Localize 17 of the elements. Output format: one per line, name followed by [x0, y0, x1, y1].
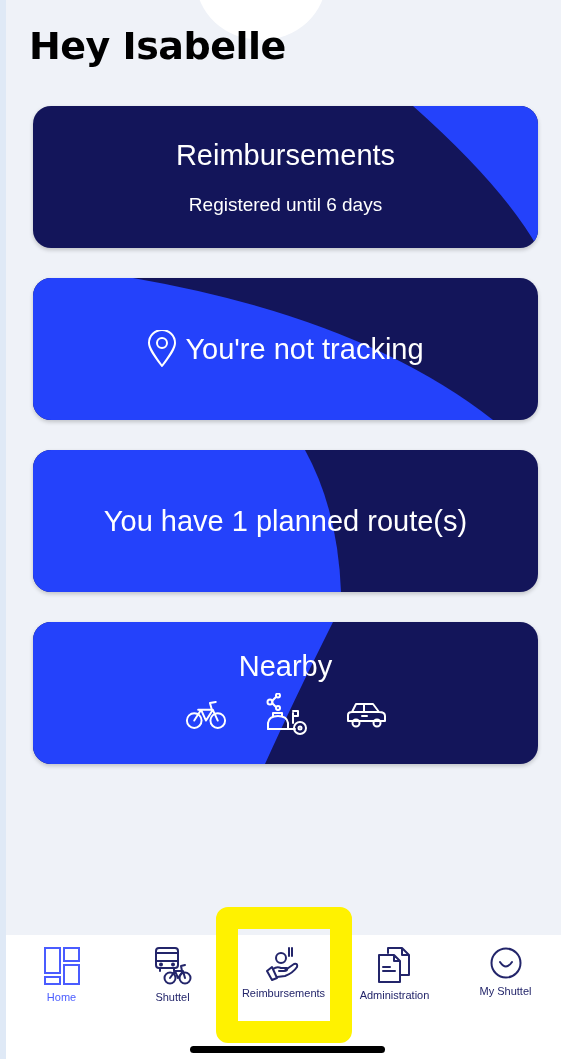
- greeting-title: Hey Isabelle: [29, 23, 287, 69]
- nav-tab[interactable]: My Shuttel: [479, 947, 532, 997]
- scooter-icon: [264, 692, 307, 737]
- nav-tab[interactable]: Reimbursements: [241, 947, 326, 999]
- card-subtitle: Registered until 6 days: [188, 193, 383, 216]
- card-title: Reimbursements: [175, 138, 396, 172]
- smiley-icon: [489, 947, 522, 979]
- location-pin-icon: [147, 330, 178, 368]
- bicycle-icon: [184, 699, 227, 730]
- car-icon: [344, 700, 387, 729]
- nav-tab[interactable]: Shuttel: [153, 947, 192, 1003]
- dashboard-icon: [43, 947, 80, 985]
- reimbursements-card[interactable]: Reimbursements Registered until 6 days: [33, 106, 538, 248]
- bus-and-bicycle-icon: [153, 947, 192, 985]
- nav-tab[interactable]: Administration: [359, 947, 430, 1001]
- documents-icon: [378, 947, 411, 983]
- nav-tab[interactable]: Home: [43, 947, 80, 1003]
